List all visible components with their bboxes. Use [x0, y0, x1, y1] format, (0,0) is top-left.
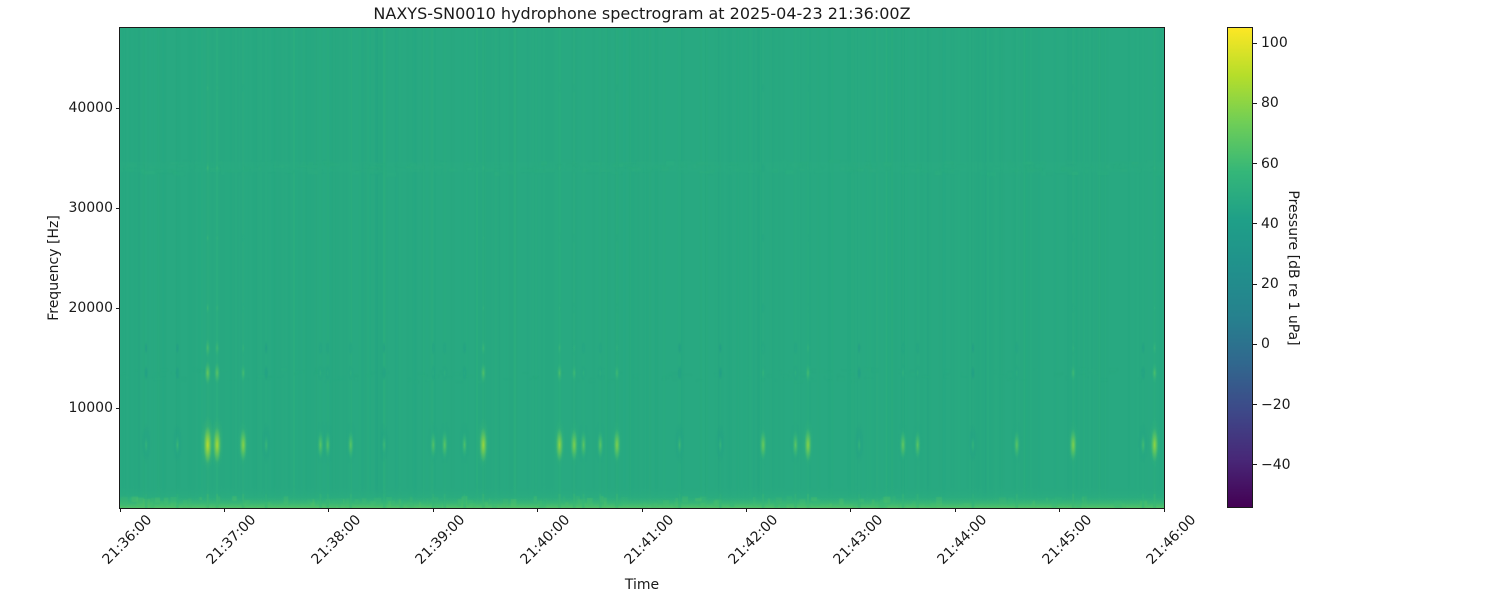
colorbar-tick-label: 40 [1261, 215, 1279, 232]
colorbar-tick-mark [1253, 42, 1257, 44]
x-tick-mark [537, 508, 539, 512]
spectrogram-figure: NAXYS-SN0010 hydrophone spectrogram at 2… [0, 0, 1500, 600]
x-tick-mark [432, 508, 434, 512]
x-tick-mark [1163, 508, 1165, 512]
x-tick-mark [328, 508, 330, 512]
y-tick-mark [116, 107, 120, 109]
x-tick-mark [850, 508, 852, 512]
plot-title: NAXYS-SN0010 hydrophone spectrogram at 2… [373, 4, 911, 23]
axes-border [119, 27, 1165, 509]
y-tick-label: 10000 [68, 400, 113, 416]
x-tick-mark [223, 508, 225, 512]
colorbar-tick-mark [1253, 223, 1257, 225]
colorbar-tick-mark [1253, 343, 1257, 345]
colorbar-label: Pressure [dB re 1 uPa] [1285, 190, 1301, 346]
y-tick-mark [116, 307, 120, 309]
colorbar-tick-mark [1253, 404, 1257, 406]
x-tick-mark [745, 508, 747, 512]
colorbar-tick-mark [1253, 283, 1257, 285]
colorbar-tick-label: −20 [1261, 396, 1291, 413]
colorbar-tick-label: 20 [1261, 276, 1279, 293]
colorbar-tick-mark [1253, 464, 1257, 466]
y-tick-mark [116, 407, 120, 409]
colorbar-tick-mark [1253, 102, 1257, 104]
colorbar-tick-label: 100 [1261, 35, 1288, 52]
x-tick-mark [954, 508, 956, 512]
x-tick-mark [119, 508, 121, 512]
y-tick-mark [116, 207, 120, 209]
colorbar-tick-mark [1253, 163, 1257, 165]
colorbar-tick-label: 60 [1261, 155, 1279, 172]
y-tick-label: 30000 [68, 200, 113, 216]
colorbar-tick-label: 80 [1261, 95, 1279, 112]
colorbar [1227, 27, 1253, 508]
y-tick-label: 20000 [68, 300, 113, 316]
colorbar-gradient [1228, 28, 1252, 507]
y-tick-label: 40000 [68, 100, 113, 116]
colorbar-tick-label: −40 [1261, 456, 1291, 473]
x-tick-mark [641, 508, 643, 512]
colorbar-tick-label: 0 [1261, 336, 1270, 353]
x-tick-mark [1059, 508, 1061, 512]
